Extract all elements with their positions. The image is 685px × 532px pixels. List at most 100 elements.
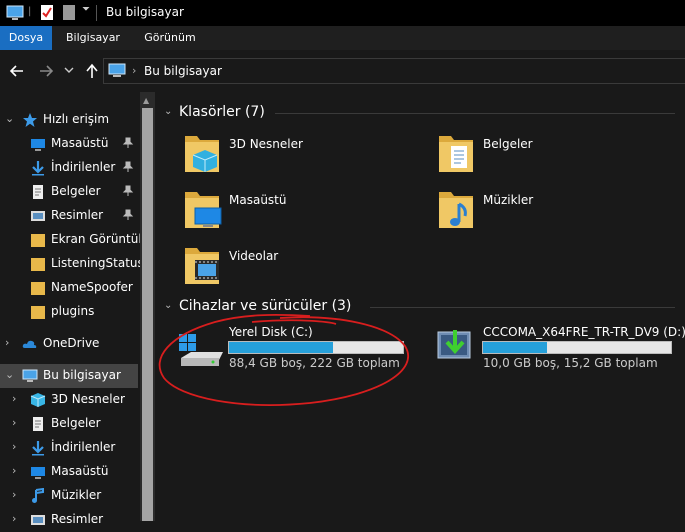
pin-icon[interactable] bbox=[122, 161, 134, 173]
group-title: Cihazlar ve sürücüler (3) bbox=[179, 298, 352, 314]
sidebar-item-pc-3d-nesneler[interactable]: › 3D Nesneler bbox=[0, 388, 138, 412]
chevron-down-icon[interactable]: ⌄ bbox=[164, 300, 172, 311]
pictures-icon bbox=[31, 211, 45, 221]
folder-desktop-icon bbox=[185, 192, 222, 228]
tab-bilgisayar[interactable]: Bilgisayar bbox=[58, 26, 128, 50]
chevron-right-icon[interactable]: › bbox=[12, 392, 16, 405]
sidebar-item-belgeler[interactable]: Belgeler bbox=[0, 180, 138, 204]
sidebar-item-pc-masaustu[interactable]: › Masaüstü bbox=[0, 460, 138, 484]
sidebar-item-label: Müzikler bbox=[51, 488, 102, 502]
computer-icon bbox=[108, 63, 126, 77]
forward-arrow-icon[interactable] bbox=[37, 62, 55, 80]
document-icon bbox=[33, 417, 43, 431]
title-bar: | ⏷ Bu bilgisayar bbox=[0, 0, 685, 26]
folder-videos-icon bbox=[185, 248, 219, 284]
customize-qat-icon[interactable]: ⏷ bbox=[82, 4, 90, 22]
sidebar-item-label: 3D Nesneler bbox=[51, 392, 125, 406]
sidebar-item-label: Masaüstü bbox=[51, 464, 109, 478]
content-pane: ⌄ Klasörler (7) 3D Nesneler Belgeler Mas… bbox=[155, 92, 685, 521]
pin-icon[interactable] bbox=[122, 137, 134, 149]
sidebar-item-label: Bu bilgisayar bbox=[43, 368, 121, 382]
drive-name: CCCOMA_X64FRE_TR-TR_DV9 (D:) bbox=[483, 325, 685, 339]
chevron-down-icon[interactable]: ⌄ bbox=[164, 106, 172, 117]
folder-documents-icon bbox=[439, 136, 473, 172]
address-path[interactable]: Bu bilgisayar bbox=[144, 64, 222, 78]
sidebar-item-listeningstatus[interactable]: ListeningStatus bbox=[0, 252, 144, 276]
sidebar-item-masaustu[interactable]: Masaüstü bbox=[0, 132, 138, 156]
sidebar-item-ekran-goruntule[interactable]: Ekran Görüntüle bbox=[0, 228, 149, 252]
folder-3d-objects-icon bbox=[185, 136, 219, 172]
window-title: Bu bilgisayar bbox=[106, 5, 184, 19]
sidebar-item-pc-belgeler[interactable]: › Belgeler bbox=[0, 412, 138, 436]
sidebar-item-label: plugins bbox=[51, 304, 95, 318]
navigation-pane: ⌄ Hızlı erişim Masaüstü İndirilenler Bel… bbox=[0, 92, 149, 526]
drive-usage-bar bbox=[482, 341, 672, 354]
sidebar-item-label: NameSpoofer bbox=[51, 280, 133, 294]
computer-icon[interactable] bbox=[6, 4, 24, 22]
chevron-down-icon[interactable]: ⌄ bbox=[5, 368, 14, 381]
computer-icon bbox=[22, 369, 38, 382]
up-arrow-icon[interactable] bbox=[83, 62, 101, 80]
breadcrumb-chevron-icon[interactable]: › bbox=[132, 64, 136, 77]
dvd-drive-install-icon bbox=[437, 330, 471, 359]
sidebar-item-resimler[interactable]: Resimler bbox=[0, 204, 138, 228]
sidebar-item-label: Resimler bbox=[51, 512, 104, 526]
recent-locations-chevron-icon[interactable] bbox=[64, 65, 82, 83]
chevron-right-icon[interactable]: › bbox=[12, 512, 16, 525]
ribbon: Dosya Bilgisayar Görünüm bbox=[0, 26, 685, 50]
sidebar-item-onedrive[interactable]: › OneDrive bbox=[0, 332, 138, 356]
chevron-down-icon[interactable]: ⌄ bbox=[5, 112, 14, 125]
chevron-right-icon[interactable]: › bbox=[12, 440, 16, 453]
sidebar-item-indirilenler[interactable]: İndirilenler bbox=[0, 156, 138, 180]
chevron-right-icon[interactable]: › bbox=[12, 464, 16, 477]
sidebar-item-pc-muzikler[interactable]: › Müzikler bbox=[0, 484, 138, 508]
download-icon bbox=[32, 441, 44, 456]
sidebar-item-label: Ekran Görüntüle bbox=[51, 232, 150, 246]
sidebar-item-label: OneDrive bbox=[43, 336, 100, 350]
sidebar-item-quick-access[interactable]: ⌄ Hızlı erişim bbox=[0, 108, 138, 132]
title-separator bbox=[96, 5, 97, 21]
drive-info: 10,0 GB boş, 15,2 GB toplam bbox=[483, 356, 658, 370]
chevron-right-icon[interactable]: › bbox=[12, 488, 16, 501]
group-divider bbox=[275, 113, 675, 114]
sidebar-item-label: Resimler bbox=[51, 208, 104, 222]
group-title: Klasörler (7) bbox=[179, 104, 265, 120]
sidebar-item-pc-indirilenler[interactable]: › İndirilenler bbox=[0, 436, 138, 460]
back-arrow-icon[interactable] bbox=[8, 62, 26, 80]
sidebar-scrollbar[interactable]: ▲ bbox=[140, 92, 155, 521]
folder-icon bbox=[31, 258, 45, 271]
folder-label: Masaüstü bbox=[229, 193, 287, 207]
sidebar-item-label: İndirilenler bbox=[51, 440, 116, 454]
new-folder-icon[interactable] bbox=[62, 4, 76, 22]
folder-icon bbox=[31, 234, 45, 247]
group-divider bbox=[370, 307, 675, 308]
drive-usage-fill bbox=[483, 342, 547, 353]
sidebar-item-label: İndirilenler bbox=[51, 160, 116, 174]
sidebar-item-namespoofer[interactable]: NameSpoofer bbox=[0, 276, 138, 300]
cube-3d-icon bbox=[30, 393, 46, 407]
chevron-right-icon[interactable]: › bbox=[5, 336, 9, 349]
sidebar-item-bu-bilgisayar[interactable]: ⌄ Bu bilgisayar bbox=[0, 364, 138, 388]
chevron-right-icon[interactable]: › bbox=[12, 416, 16, 429]
folder-music-icon bbox=[439, 192, 473, 228]
sidebar-item-plugins[interactable]: plugins bbox=[0, 300, 138, 324]
document-icon bbox=[33, 185, 43, 199]
drive-name: Yerel Disk (C:) bbox=[229, 325, 313, 339]
desktop-icon bbox=[31, 467, 45, 479]
scrollbar-thumb[interactable] bbox=[142, 108, 153, 521]
group-header-folders[interactable]: ⌄ Klasörler (7) bbox=[164, 104, 265, 120]
tab-dosya[interactable]: Dosya bbox=[0, 26, 52, 50]
folder-icon bbox=[31, 282, 45, 295]
folder-icon bbox=[31, 306, 45, 319]
properties-icon[interactable] bbox=[40, 4, 54, 22]
tab-gorunum[interactable]: Görünüm bbox=[136, 26, 204, 50]
pictures-icon bbox=[31, 515, 45, 525]
sidebar-item-label: Belgeler bbox=[51, 184, 101, 198]
group-header-devices[interactable]: ⌄ Cihazlar ve sürücüler (3) bbox=[164, 298, 352, 314]
pin-icon[interactable] bbox=[122, 185, 134, 197]
sidebar-item-label: ListeningStatus bbox=[51, 256, 144, 270]
address-bar[interactable]: › Bu bilgisayar bbox=[103, 58, 685, 84]
sidebar-item-pc-resimler[interactable]: › Resimler bbox=[0, 508, 138, 532]
scroll-up-arrow-icon[interactable]: ▲ bbox=[143, 96, 149, 105]
pin-icon[interactable] bbox=[122, 209, 134, 221]
